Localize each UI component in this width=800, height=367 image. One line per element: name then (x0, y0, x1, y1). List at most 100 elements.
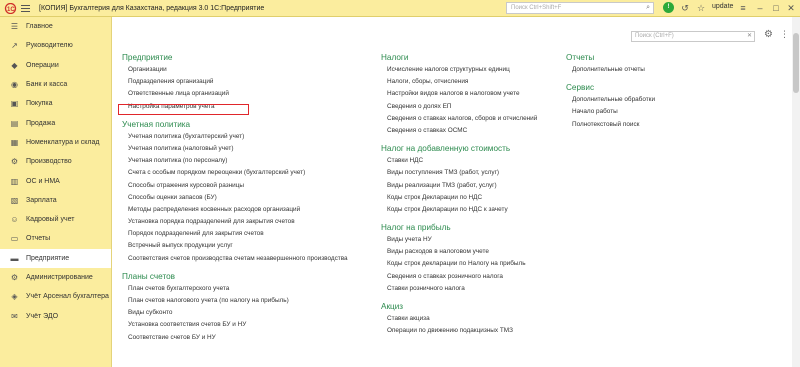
sidebar-item[interactable]: ◉ Банк и касса (0, 75, 111, 94)
section-search-placeholder: Поиск (Ctrl+F) (635, 33, 674, 39)
scrollbar-thumb[interactable] (793, 33, 799, 93)
section-link[interactable]: Установка порядка подразделений для закр… (122, 216, 348, 228)
column-taxes: Налоги Исчисление налогов структурных еди… (381, 52, 537, 337)
sidebar-item-label: Предприятие (26, 254, 70, 262)
sidebar-item[interactable]: ▧ Зарплата (0, 191, 111, 210)
section-link[interactable]: Способы отражения курсовой разницы (122, 180, 348, 192)
section-link[interactable]: Способы оценки запасов (БУ) (122, 192, 348, 204)
section-link[interactable]: Полнотекстовый поиск (566, 119, 655, 131)
sidebar-item[interactable]: ▬ Предприятие (0, 248, 111, 268)
history-icon[interactable]: ↺ (679, 2, 691, 14)
maximize-icon[interactable]: □ (770, 2, 782, 14)
section-link[interactable]: Дополнительные отчеты (566, 64, 655, 76)
section-link[interactable]: Начало работы (566, 106, 655, 118)
section-link[interactable]: Учетная политика (бухгалтерский учет) (122, 131, 348, 143)
section-link[interactable]: Подразделения организаций (122, 76, 348, 88)
sidebar-item[interactable]: ☰ Главное (0, 17, 111, 36)
section-link[interactable]: Виды реализации ТМЗ (работ, услуг) (381, 180, 537, 192)
section-search-input[interactable]: Поиск (Ctrl+F) ✕ (631, 31, 755, 42)
section-link[interactable]: Учетная политика (налоговый учет) (122, 143, 348, 155)
section-link[interactable]: Операции по движению подакцизных ТМЗ (381, 325, 537, 337)
notifications-icon[interactable]: ! (663, 2, 674, 13)
user-name[interactable]: update (712, 3, 733, 10)
sidebar-item[interactable]: ↗ Руководителю (0, 36, 111, 55)
sidebar-item-label: Покупка (26, 100, 53, 108)
settings-menu-icon[interactable]: ≡ (737, 2, 749, 14)
section-link[interactable]: Сведения о ставках ОСМС (381, 125, 537, 137)
sidebar-item[interactable]: ▣ Покупка (0, 94, 111, 113)
section-link[interactable]: Виды расходов в налоговом учете (381, 246, 537, 258)
more-icon[interactable]: ⋮ (780, 29, 789, 40)
enterprise-icon: ▬ (10, 253, 19, 263)
section-link[interactable]: Организации (122, 64, 348, 76)
section-link[interactable]: Исчисление налогов структурных единиц (381, 64, 537, 76)
clear-search-icon[interactable]: ✕ (747, 32, 752, 41)
section-link[interactable]: Ответственные лица организаций (122, 88, 348, 100)
section-link[interactable]: План счетов бухгалтерского учета (122, 283, 348, 295)
sidebar-item[interactable]: ⚙ Производство (0, 152, 111, 171)
sidebar-item-label: Банк и касса (26, 81, 68, 89)
personnel-icon: ☺ (10, 215, 19, 225)
global-search-input[interactable]: Поиск Ctrl+Shift+F ⌕ (506, 2, 654, 14)
sidebar-item[interactable]: ☺ Кадровый учет (0, 210, 111, 229)
column-enterprise: Предприятие Организации Подразделения орга… (122, 52, 348, 344)
minimize-icon[interactable]: – (754, 2, 766, 14)
section-link[interactable]: Виды субконто (122, 307, 348, 319)
section-link[interactable]: Встречный выпуск продукции услуг (122, 240, 348, 252)
section-link[interactable]: Сведения о ставках розничного налога (381, 271, 537, 283)
section-link[interactable]: Соответствия счетов производства счетам … (122, 253, 348, 265)
favorites-icon[interactable]: ☆ (695, 2, 707, 14)
gear-icon[interactable]: ⚙ (764, 29, 773, 40)
section-link[interactable]: Коды строк Декларации по НДС к зачету (381, 204, 537, 216)
search-icon[interactable]: ⌕ (646, 3, 650, 13)
section-link[interactable]: Настройки видов налогов в налоговом учет… (381, 88, 537, 100)
section-link[interactable]: Учетная политика (по персоналу) (122, 155, 348, 167)
section-title: Отчеты (566, 53, 595, 62)
scrollbar[interactable] (792, 17, 800, 367)
sidebar-item[interactable]: ✉ Учёт ЭДО (0, 306, 111, 325)
svg-text:1С: 1С (7, 7, 15, 13)
section-link[interactable]: Методы распределения косвенных расходов … (122, 204, 348, 216)
section-link[interactable]: Соответствие счетов БУ и НУ (122, 332, 348, 344)
section-link[interactable]: Порядок подразделений для закрытия счето… (122, 228, 348, 240)
sidebar-item[interactable]: ⚙ Администрирование (0, 268, 111, 287)
sidebar-item-label: Учёт ЭДО (26, 312, 59, 320)
sections-panel: ☰ Главное ↗ Руководителю ◆ Операции ◉ Банк и ка… (0, 17, 112, 367)
column-reports: Отчеты Дополнительные отчеты Сервис Дополни… (566, 52, 655, 131)
section-link[interactable]: Виды поступления ТМЗ (работ, услуг) (381, 167, 537, 179)
section-link[interactable]: Ставки НДС (381, 155, 537, 167)
sidebar-item[interactable]: ▤ Продажа (0, 113, 111, 132)
highlight-box (118, 104, 249, 115)
section-link[interactable]: Налоги, сборы, отчисления (381, 76, 537, 88)
1c-logo-icon: 1С (3, 2, 17, 14)
sidebar-item[interactable]: ▦ Номенклатура и склад (0, 133, 111, 152)
main-menu-icon[interactable] (21, 2, 33, 14)
sidebar-item-label: Кадровый учет (26, 216, 75, 224)
section-link[interactable]: Установка соответствия счетов БУ и НУ (122, 319, 348, 331)
sidebar-item-label: Зарплата (26, 196, 57, 204)
section-link[interactable]: Ставки акциза (381, 313, 537, 325)
sidebar-item-label: Производство (26, 158, 72, 166)
section-link[interactable]: Сведения о ставках налогов, сборов и отч… (381, 113, 537, 125)
sidebar-item-label: Операции (26, 61, 59, 69)
sidebar-item[interactable]: ▥ ОС и НМА (0, 171, 111, 190)
close-icon[interactable]: ✕ (785, 2, 797, 14)
section-link[interactable]: Коды строк Декларации по НДС (381, 192, 537, 204)
cart-icon: ▣ (10, 99, 19, 109)
section-link[interactable]: Коды строк декларации по Налогу на прибы… (381, 258, 537, 270)
section-link[interactable]: Счета с особым порядком переоценки (бухг… (122, 167, 348, 179)
sidebar-item-label: Продажа (26, 119, 56, 127)
sidebar-item[interactable]: ▭ Отчеты (0, 229, 111, 248)
section-link[interactable]: Виды учета НУ (381, 234, 537, 246)
section-link[interactable]: Ставки розничного налога (381, 283, 537, 295)
trend-icon: ↗ (11, 41, 18, 51)
section-title: Налог на добавленную стоимость (381, 144, 511, 154)
sidebar-item-label: Руководителю (26, 42, 73, 50)
sidebar-item[interactable]: ◈ Учёт Арсенал бухгалтера (0, 287, 111, 306)
sidebar-item[interactable]: ◆ Операции (0, 56, 111, 75)
sidebar-item-label: Отчеты (26, 235, 51, 243)
production-icon: ⚙ (10, 157, 19, 167)
section-link[interactable]: План счетов налогового учета (по налогу … (122, 295, 348, 307)
section-link[interactable]: Дополнительные обработки (566, 94, 655, 106)
section-link[interactable]: Сведения о долях ЕП (381, 101, 537, 113)
